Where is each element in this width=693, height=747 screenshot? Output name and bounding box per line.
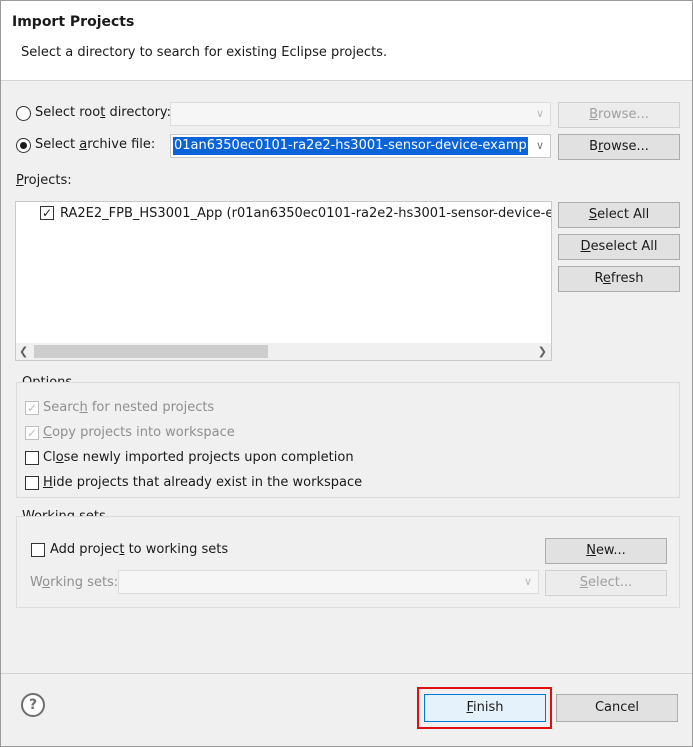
- dialog-title: Import Projects: [12, 14, 135, 30]
- scrollbar-thumb[interactable]: [34, 345, 268, 358]
- nested-projects-checkbox[interactable]: ✓: [25, 401, 39, 415]
- new-working-set-button[interactable]: New...: [545, 538, 667, 564]
- root-browse-button[interactable]: Browse...: [558, 102, 680, 128]
- list-item[interactable]: ✓ RA2E2_FPB_HS3001_App (r01an6350ec0101-…: [16, 202, 551, 226]
- help-icon[interactable]: ?: [21, 693, 45, 717]
- add-to-working-sets-checkbox[interactable]: [31, 543, 45, 557]
- chevron-left-icon[interactable]: ❮: [19, 343, 28, 360]
- projects-label: Projects:: [16, 173, 72, 188]
- deselect-all-button[interactable]: Deselect All: [558, 234, 680, 260]
- select-working-set-button[interactable]: Select...: [545, 570, 667, 596]
- close-imported-checkbox[interactable]: [25, 451, 39, 465]
- select-all-button[interactable]: Select All: [558, 202, 680, 228]
- hide-existing-label[interactable]: Hide projects that already exist in the …: [43, 475, 362, 490]
- project-checkbox[interactable]: ✓: [40, 206, 54, 220]
- dialog-subtitle: Select a directory to search for existin…: [21, 45, 388, 60]
- dialog-header: Import Projects Select a directory to se…: [1, 1, 692, 81]
- chevron-down-icon: ∨: [523, 575, 533, 588]
- select-archive-file-label[interactable]: Select archive file:: [35, 137, 155, 152]
- archive-file-combo[interactable]: 01an6350ec0101-ra2e2-hs3001-sensor-devic…: [170, 134, 551, 158]
- hide-existing-checkbox[interactable]: [25, 476, 39, 490]
- archive-file-value[interactable]: 01an6350ec0101-ra2e2-hs3001-sensor-devic…: [173, 137, 528, 155]
- archive-browse-button[interactable]: Browse...: [558, 134, 680, 160]
- footer-separator: [1, 673, 692, 674]
- import-projects-dialog: Import Projects Select a directory to se…: [0, 0, 693, 747]
- select-archive-file-radio[interactable]: [16, 138, 31, 153]
- refresh-button[interactable]: Refresh: [558, 266, 680, 292]
- add-to-working-sets-label[interactable]: Add project to working sets: [50, 542, 228, 557]
- nested-projects-label[interactable]: Search for nested projects: [43, 400, 214, 415]
- chevron-down-icon: ∨: [535, 107, 545, 120]
- select-root-directory-radio[interactable]: [16, 106, 31, 121]
- close-imported-label[interactable]: Close newly imported projects upon compl…: [43, 450, 354, 465]
- root-directory-combo[interactable]: ∨: [170, 102, 551, 126]
- project-label: RA2E2_FPB_HS3001_App (r01an6350ec0101-ra…: [60, 206, 552, 221]
- working-sets-label: Working sets:: [30, 575, 119, 590]
- cancel-button[interactable]: Cancel: [556, 694, 678, 722]
- finish-button[interactable]: Finish: [424, 694, 546, 722]
- copy-projects-label[interactable]: Copy projects into workspace: [43, 425, 235, 440]
- horizontal-scrollbar[interactable]: ❮ ❯: [16, 343, 551, 360]
- chevron-down-icon[interactable]: ∨: [530, 135, 550, 157]
- chevron-right-icon[interactable]: ❯: [538, 343, 547, 360]
- projects-list[interactable]: ✓ RA2E2_FPB_HS3001_App (r01an6350ec0101-…: [15, 201, 552, 361]
- select-root-directory-label[interactable]: Select root directory:: [35, 105, 171, 120]
- working-sets-combo[interactable]: ∨: [118, 570, 539, 594]
- copy-projects-checkbox[interactable]: ✓: [25, 426, 39, 440]
